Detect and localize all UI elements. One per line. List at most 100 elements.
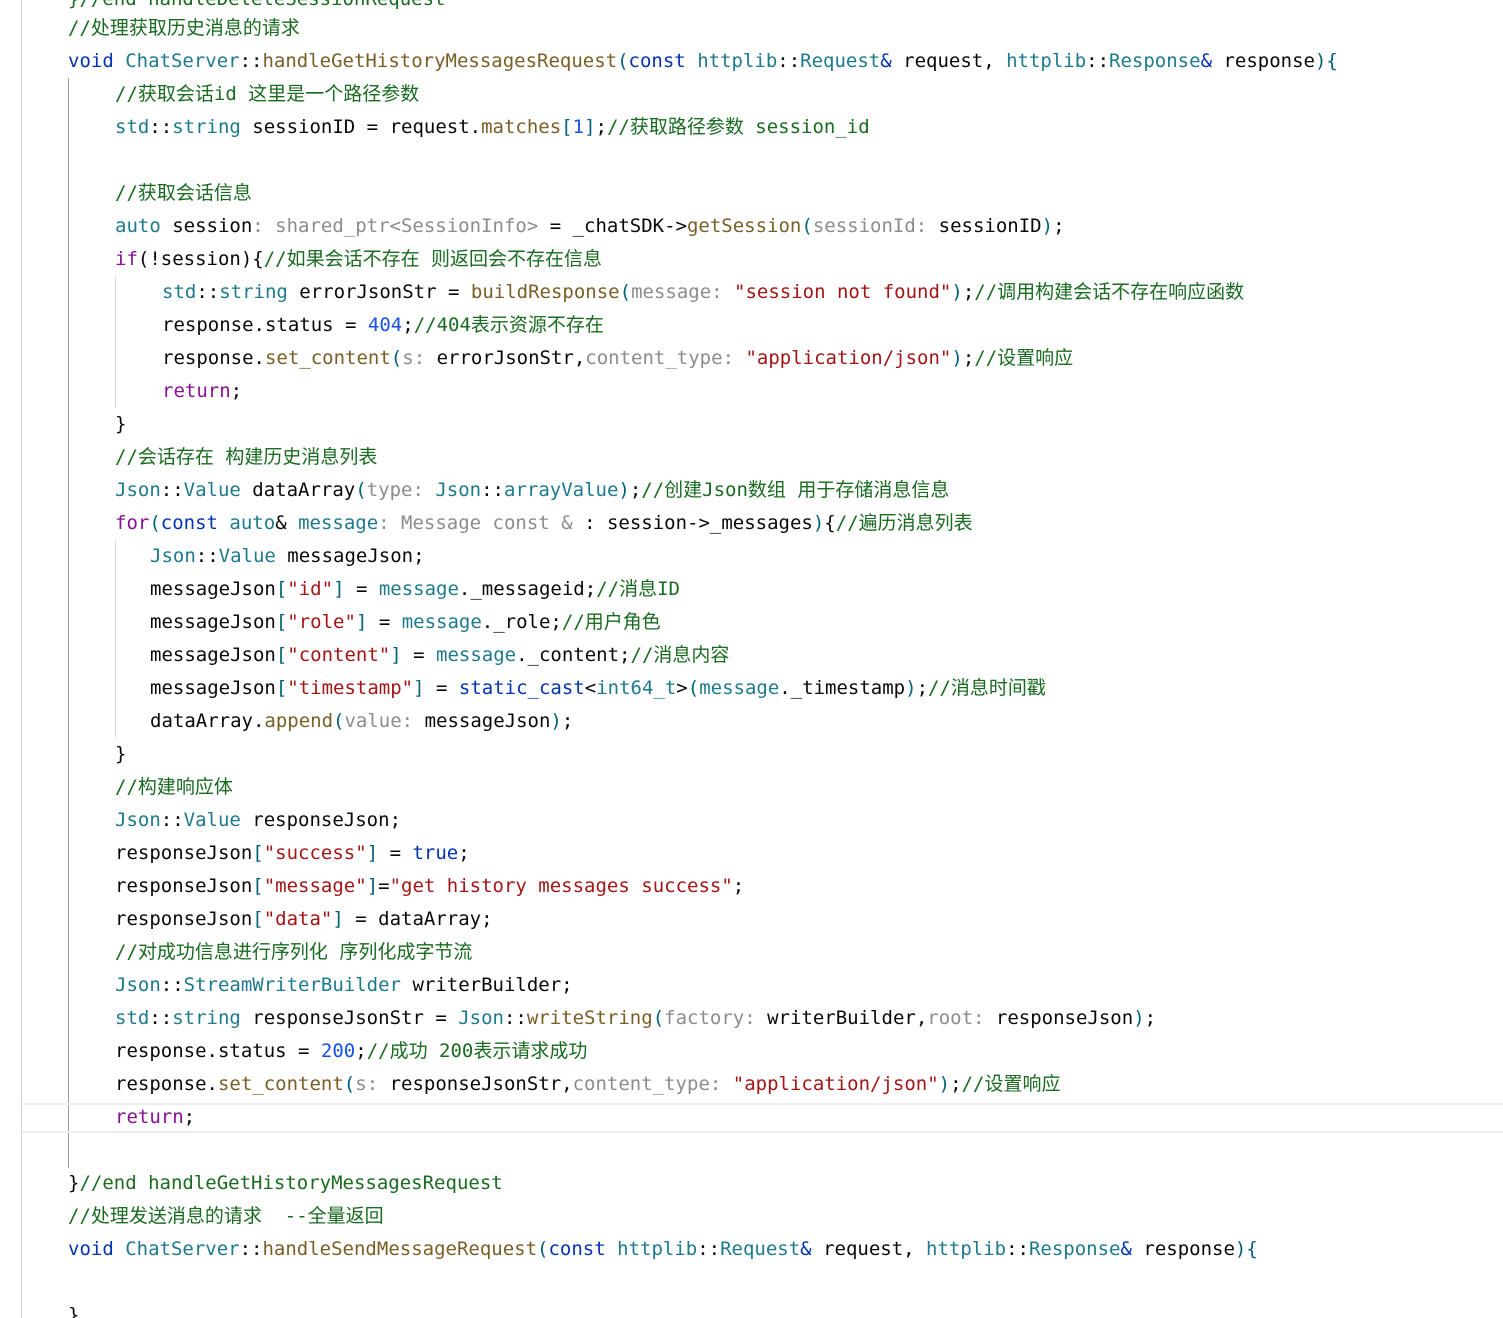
- code-line[interactable]: //对成功信息进行序列化 序列化成字节流: [115, 936, 472, 969]
- code-line[interactable]: response.set_content(s: responseJsonStr,…: [115, 1068, 1060, 1101]
- code-token: =: [378, 875, 390, 897]
- code-line[interactable]: response.status = 200;//成功 200表示请求成功: [115, 1035, 587, 1068]
- code-token: ){: [1234, 1238, 1258, 1260]
- code-token: //会话存在 构建历史消息列表: [115, 446, 378, 468]
- code-token: (: [537, 1238, 549, 1260]
- code-token: : session->_messages: [584, 512, 813, 534]
- code-line[interactable]: auto session: shared_ptr<SessionInfo> = …: [115, 210, 1065, 243]
- code-token: "get history messages success": [389, 875, 733, 897]
- code-token: true: [412, 842, 459, 864]
- code-token: (: [390, 347, 403, 369]
- code-line[interactable]: Json::Value responseJson;: [115, 804, 401, 837]
- code-line[interactable]: return;: [115, 1101, 195, 1134]
- code-token: ChatServer: [125, 1238, 240, 1260]
- code-token: responseJson;: [252, 809, 402, 831]
- code-token: sessionID: [938, 215, 1042, 237]
- code-line[interactable]: }: [68, 1299, 79, 1318]
- code-token: s:: [355, 1073, 390, 1095]
- code-line[interactable]: response.set_content(s: errorJsonStr,con…: [162, 342, 1073, 375]
- code-token: Json: [435, 479, 482, 501]
- code-token: (: [619, 281, 632, 303]
- code-line[interactable]: Json::Value messageJson;: [150, 540, 425, 573]
- code-editor[interactable]: }//end handleDeleteSessionRequest //处理获取历…: [0, 0, 1503, 1318]
- code-line[interactable]: responseJson["message"]="get history mes…: [115, 870, 744, 903]
- code-line[interactable]: //处理获取历史消息的请求: [68, 12, 300, 45]
- code-token: ._timestamp: [779, 677, 906, 699]
- code-token: ]: [390, 644, 402, 666]
- code-token: =: [367, 611, 402, 633]
- code-token: Value: [183, 479, 253, 501]
- code-line[interactable]: }: [115, 408, 126, 441]
- code-token: =: [401, 644, 437, 666]
- code-token: ;: [950, 1073, 962, 1095]
- code-token: ::: [239, 50, 263, 72]
- code-line[interactable]: messageJson["id"] = message._messageid;/…: [150, 573, 680, 606]
- code-line[interactable]: void ChatServer::handleSendMessageReques…: [68, 1233, 1258, 1266]
- code-line[interactable]: //获取会话信息: [115, 177, 252, 210]
- code-token: //对成功信息进行序列化 序列化成字节流: [115, 941, 473, 963]
- code-token: type:: [366, 479, 436, 501]
- code-token: responseJsonStr,: [389, 1073, 573, 1095]
- code-token: content_type:: [572, 1073, 733, 1095]
- code-line[interactable]: messageJson["content"] = message._conten…: [150, 639, 729, 672]
- code-token: set_content: [264, 347, 391, 369]
- code-token: (: [343, 1073, 356, 1095]
- code-token: [: [275, 611, 288, 633]
- code-line[interactable]: std::string responseJsonStr = Json::writ…: [115, 1002, 1156, 1035]
- code-line[interactable]: Json::Value dataArray(type: Json::arrayV…: [115, 474, 949, 507]
- code-token: messageJson: [150, 677, 276, 699]
- code-token: ::: [149, 1007, 173, 1029]
- code-line[interactable]: for(const auto& message: Message const &…: [115, 507, 973, 540]
- code-token: "timestamp": [287, 677, 414, 699]
- code-token: [: [252, 908, 264, 930]
- code-token: ;: [732, 875, 745, 897]
- code-token: response.: [115, 1073, 218, 1095]
- code-token: ;: [458, 842, 470, 864]
- code-line[interactable]: dataArray.append(value: messageJson);: [150, 705, 573, 738]
- code-token: : shared_ptr<SessionInfo>: [252, 215, 550, 237]
- code-token: }: [68, 1304, 80, 1318]
- code-line[interactable]: Json::StreamWriterBuilder writerBuilder;: [115, 969, 573, 1002]
- code-line[interactable]: void ChatServer::handleGetHistoryMessage…: [68, 45, 1338, 78]
- code-line[interactable]: //处理发送消息的请求 --全量返回: [68, 1200, 384, 1233]
- code-token: ::: [196, 281, 220, 303]
- code-token: int64_t: [596, 677, 677, 699]
- code-token: ;: [355, 1040, 367, 1062]
- code-token: //处理获取历史消息的请求: [68, 17, 300, 39]
- code-token: Json: [115, 974, 161, 996]
- code-line[interactable]: //会话存在 构建历史消息列表: [115, 441, 377, 474]
- code-line[interactable]: std::string sessionID = request.matches[…: [115, 111, 870, 144]
- code-line[interactable]: responseJson["data"] = dataArray;: [115, 903, 493, 936]
- code-line[interactable]: messageJson["role"] = message._role;//用户…: [150, 606, 661, 639]
- code-token: = _chatSDK->: [549, 215, 687, 237]
- code-token: ;: [230, 380, 243, 402]
- code-line[interactable]: std::string errorJsonStr = buildResponse…: [162, 276, 1244, 309]
- code-line[interactable]: responseJson["success"] = true;: [115, 837, 470, 870]
- code-line[interactable]: }//end handleGetHistoryMessagesRequest: [68, 1167, 503, 1200]
- code-token: "session not found": [734, 281, 952, 303]
- code-token: 200: [320, 1040, 356, 1062]
- code-token: "success": [263, 842, 367, 864]
- code-token: return: [162, 380, 231, 402]
- code-line[interactable]: messageJson["timestamp"] = static_cast<i…: [150, 672, 1046, 705]
- code-line[interactable]: if(!session){//如果会话不存在 则返回会不存在信息: [115, 243, 602, 276]
- code-token: dataArray.: [150, 710, 265, 732]
- code-token: content_type:: [585, 347, 746, 369]
- code-token: &: [800, 1238, 824, 1260]
- code-token: {: [824, 512, 836, 534]
- code-token: ): [618, 479, 630, 501]
- code-token: ): [905, 677, 917, 699]
- code-token: ;: [629, 479, 642, 501]
- code-line[interactable]: }: [115, 738, 126, 771]
- code-token: ::: [503, 1007, 527, 1029]
- code-token: ::: [481, 479, 504, 501]
- code-line[interactable]: //获取会话id 这里是一个路径参数: [115, 78, 419, 111]
- code-line[interactable]: return;: [162, 375, 242, 408]
- code-token: "application/json": [732, 1073, 939, 1095]
- code-line[interactable]: response.status = 404;//404表示资源不存在: [162, 309, 604, 342]
- code-token: ::: [1086, 50, 1110, 72]
- code-token: message: [436, 644, 517, 666]
- code-token: factory:: [664, 1007, 768, 1029]
- code-token: ::: [777, 50, 801, 72]
- code-line[interactable]: //构建响应体: [115, 771, 233, 804]
